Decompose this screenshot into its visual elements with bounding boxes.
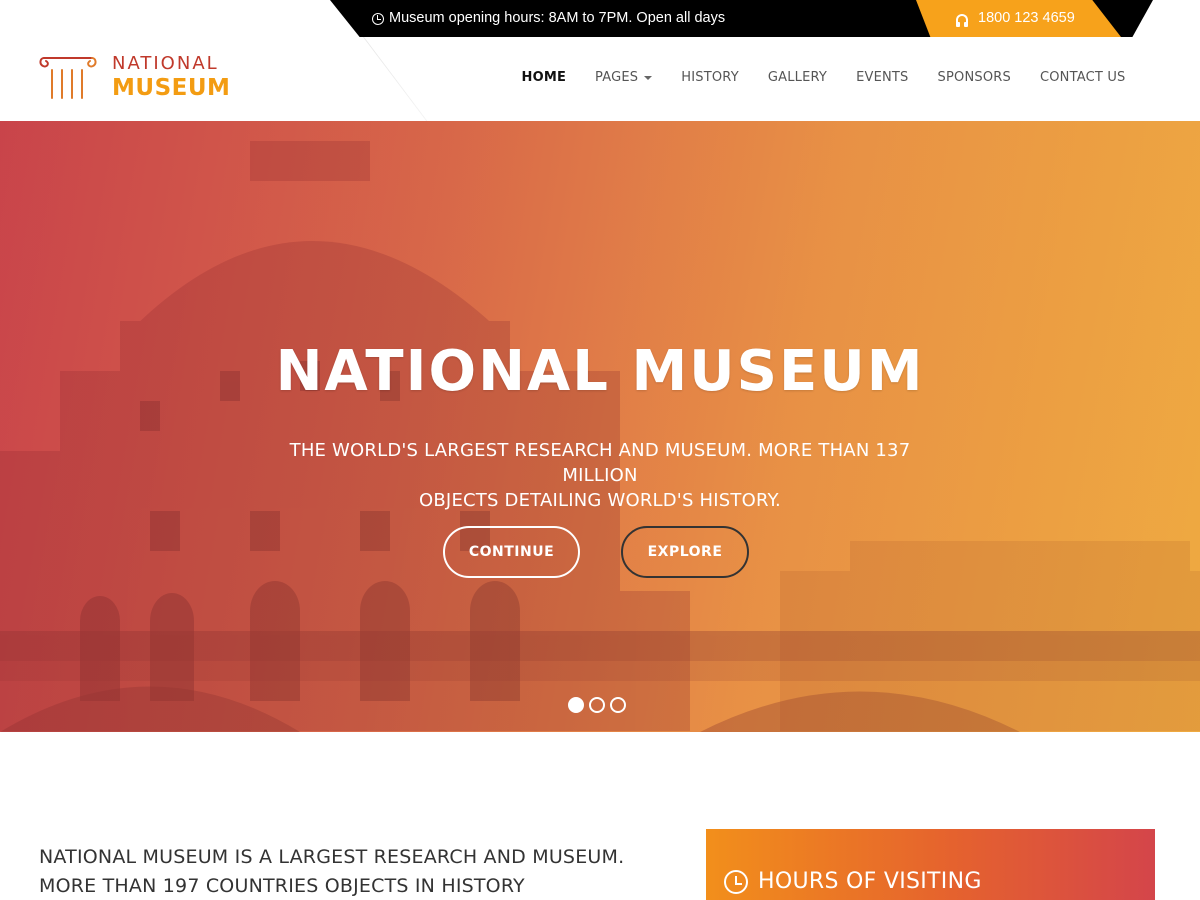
nav-sponsors[interactable]: SPONSORS bbox=[923, 68, 1025, 88]
nav-events[interactable]: EVENTS bbox=[842, 68, 923, 88]
hours-title-text: HOURS OF VISITING bbox=[758, 869, 982, 894]
explore-button[interactable]: EXPLORE bbox=[621, 526, 749, 578]
column-icon bbox=[39, 57, 97, 99]
logo-text-museum: MUSEUM bbox=[112, 75, 231, 101]
main-nav: HOME PAGES HISTORY GALLERY EVENTS SPONSO… bbox=[507, 68, 1140, 88]
slider-dot-2[interactable] bbox=[589, 697, 605, 713]
about-line2: MORE THAN 197 COUNTRIES OBJECTS IN HISTO… bbox=[39, 875, 525, 897]
hero-subtitle: THE WORLD'S LARGEST RESEARCH AND MUSEUM.… bbox=[250, 438, 950, 513]
clock-icon bbox=[372, 12, 384, 25]
nav-home[interactable]: HOME bbox=[507, 68, 581, 88]
slider-dots bbox=[568, 697, 626, 713]
clock-icon bbox=[724, 869, 748, 894]
caret-down-icon bbox=[644, 76, 653, 80]
phone-number[interactable]: 1800 123 4659 bbox=[978, 1, 1075, 36]
opening-hours-info: Museum opening hours: 8AM to 7PM. Open a… bbox=[372, 0, 725, 37]
hero-title: NATIONAL MUSEUM bbox=[275, 339, 925, 404]
hero-color-overlay bbox=[0, 121, 1200, 732]
nav-contact[interactable]: CONTACT US bbox=[1025, 68, 1140, 88]
about-line1: NATIONAL MUSEUM IS A LARGEST RESEARCH AN… bbox=[39, 846, 625, 868]
hours-card: HOURS OF VISITING bbox=[706, 829, 1155, 900]
headset-icon bbox=[956, 13, 968, 27]
nav-gallery[interactable]: GALLERY bbox=[753, 68, 841, 88]
logo-text-national: NATIONAL bbox=[112, 53, 219, 74]
site-logo[interactable]: NATIONAL MUSEUM bbox=[38, 54, 230, 102]
continue-button[interactable]: CONTINUE bbox=[443, 526, 580, 578]
hero-subtitle-line2: OBJECTS DETAILING WORLD'S HISTORY. bbox=[419, 490, 781, 511]
header-divider bbox=[363, 37, 429, 123]
opening-hours-text: Museum opening hours: 8AM to 7PM. Open a… bbox=[389, 10, 726, 26]
phone-contact[interactable]: 1800 123 4659 bbox=[956, 0, 1075, 37]
nav-history[interactable]: HISTORY bbox=[667, 68, 754, 88]
about-intro: NATIONAL MUSEUM IS A LARGEST RESEARCH AN… bbox=[39, 843, 679, 900]
slider-dot-1[interactable] bbox=[568, 697, 584, 713]
nav-pages[interactable]: PAGES bbox=[581, 68, 667, 88]
hero-subtitle-line1: THE WORLD'S LARGEST RESEARCH AND MUSEUM.… bbox=[289, 440, 911, 486]
hero-slider: NATIONAL MUSEUM THE WORLD'S LARGEST RESE… bbox=[0, 121, 1200, 732]
nav-pages-label: PAGES bbox=[595, 70, 639, 85]
slider-dot-3[interactable] bbox=[610, 697, 626, 713]
hours-heading: HOURS OF VISITING bbox=[724, 869, 982, 894]
